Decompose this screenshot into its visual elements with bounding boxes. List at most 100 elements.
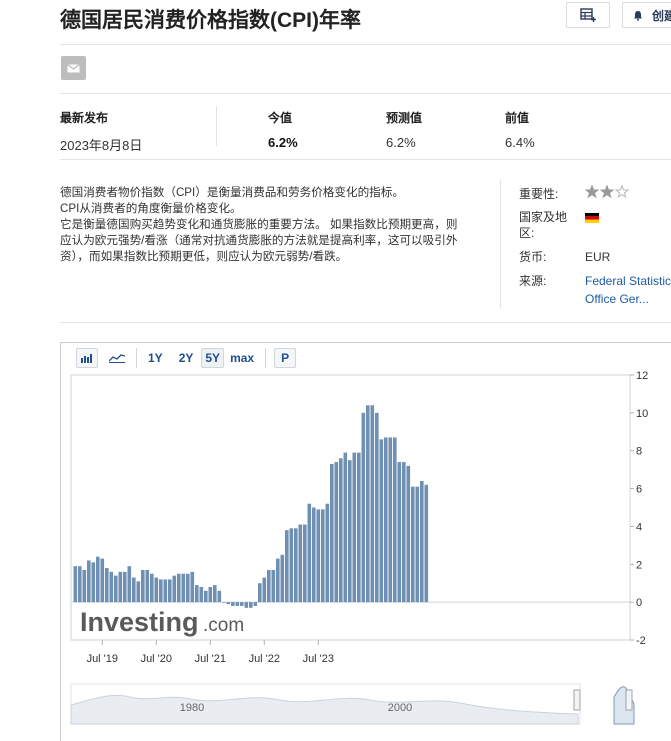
bar[interactable] — [132, 577, 136, 603]
bar[interactable] — [384, 437, 388, 603]
bar[interactable] — [393, 437, 397, 603]
bar[interactable] — [289, 528, 294, 603]
bar[interactable] — [186, 573, 190, 603]
bar[interactable] — [217, 590, 222, 603]
bar[interactable] — [406, 465, 411, 603]
bar[interactable] — [244, 602, 249, 608]
bar[interactable] — [235, 602, 240, 606]
bar[interactable] — [226, 602, 231, 605]
bar[interactable] — [154, 577, 159, 603]
investing-watermark: Investing .com — [80, 607, 244, 637]
bar[interactable] — [262, 577, 267, 603]
bar[interactable] — [303, 524, 307, 603]
bar[interactable] — [208, 587, 213, 603]
x-tick-label: Jul '21 — [195, 653, 226, 665]
bar[interactable] — [123, 571, 127, 603]
watermark-brand: Investing — [80, 607, 199, 637]
y-tick-label: 2 — [636, 559, 642, 571]
bar[interactable] — [87, 560, 91, 603]
bar[interactable] — [334, 462, 339, 603]
bar[interactable] — [159, 579, 163, 603]
bar[interactable] — [321, 509, 325, 603]
bar[interactable] — [370, 405, 375, 603]
bar[interactable] — [204, 590, 208, 603]
bar[interactable] — [379, 439, 384, 603]
bar[interactable] — [118, 571, 123, 603]
y-tick-label: 8 — [636, 446, 642, 458]
bar[interactable] — [294, 528, 298, 603]
bar[interactable] — [249, 602, 253, 608]
bar[interactable] — [420, 481, 424, 603]
x-tick-label: Jul '23 — [303, 653, 334, 665]
y-tick-label: 12 — [636, 370, 648, 382]
navigator-handle-right[interactable] — [625, 689, 633, 711]
bar[interactable] — [168, 579, 172, 603]
bar[interactable] — [240, 602, 244, 606]
bar[interactable] — [258, 583, 262, 603]
bar[interactable] — [231, 602, 235, 606]
x-tick-label: Jul '20 — [141, 653, 172, 665]
x-tick-label: Jul '19 — [87, 653, 118, 665]
y-tick-label: 6 — [636, 484, 642, 496]
bar[interactable] — [177, 573, 181, 603]
bar[interactable] — [339, 458, 343, 603]
bar[interactable] — [415, 486, 420, 603]
bar[interactable] — [397, 462, 402, 603]
bar[interactable] — [271, 569, 276, 603]
navigator-handle-left[interactable] — [573, 689, 581, 711]
cpi-bar-chart: -2 0 2 4 6 8 10 12 Jul '19 Jul '20 Jul '21 Jul '22… — [70, 370, 648, 725]
bar[interactable] — [343, 452, 348, 603]
bar[interactable] — [316, 509, 321, 603]
y-tick-label: 0 — [636, 597, 642, 609]
bar[interactable] — [199, 587, 204, 603]
bar[interactable] — [267, 569, 271, 603]
bar[interactable] — [325, 503, 330, 603]
bar[interactable] — [361, 412, 366, 603]
bar[interactable] — [109, 571, 114, 603]
bar[interactable] — [96, 556, 100, 603]
bar[interactable] — [312, 507, 316, 603]
bar[interactable] — [375, 412, 379, 603]
bar[interactable] — [213, 585, 217, 603]
bar[interactable] — [280, 554, 285, 603]
bar[interactable] — [145, 569, 150, 603]
bar[interactable] — [348, 460, 352, 603]
bar[interactable] — [114, 575, 118, 603]
y-tick-label: 4 — [636, 521, 642, 533]
bar[interactable] — [388, 437, 393, 603]
bar[interactable] — [222, 602, 226, 603]
bar[interactable] — [276, 558, 280, 603]
bar[interactable] — [253, 602, 258, 606]
bar[interactable] — [78, 566, 82, 603]
bar[interactable] — [82, 569, 87, 603]
bar[interactable] — [307, 503, 312, 603]
bar[interactable] — [190, 571, 195, 603]
bar[interactable] — [424, 484, 429, 603]
bar[interactable] — [150, 573, 154, 603]
bar[interactable] — [91, 562, 96, 603]
bar[interactable] — [163, 579, 168, 603]
bar[interactable] — [141, 569, 145, 603]
y-tick-label: -2 — [636, 635, 646, 647]
bar[interactable] — [195, 585, 199, 603]
bar[interactable] — [330, 463, 334, 603]
navigator-label: 2000 — [388, 702, 412, 714]
x-tick-label: Jul '22 — [249, 653, 280, 665]
bar[interactable] — [136, 581, 141, 603]
watermark-suffix: .com — [203, 615, 244, 636]
range-navigator[interactable]: 1980 2000 — [70, 683, 635, 725]
bar[interactable] — [357, 452, 361, 603]
bar[interactable] — [411, 486, 415, 603]
bar[interactable] — [181, 573, 186, 603]
bar[interactable] — [402, 462, 406, 603]
bar[interactable] — [298, 524, 303, 603]
bar[interactable] — [73, 566, 78, 603]
bar[interactable] — [100, 558, 105, 603]
y-tick-label: 10 — [636, 408, 648, 420]
bar[interactable] — [172, 575, 177, 603]
bar[interactable] — [352, 452, 357, 603]
bar[interactable] — [127, 566, 132, 603]
bar[interactable] — [285, 530, 289, 603]
bar[interactable] — [105, 568, 109, 603]
bar[interactable] — [366, 405, 370, 603]
